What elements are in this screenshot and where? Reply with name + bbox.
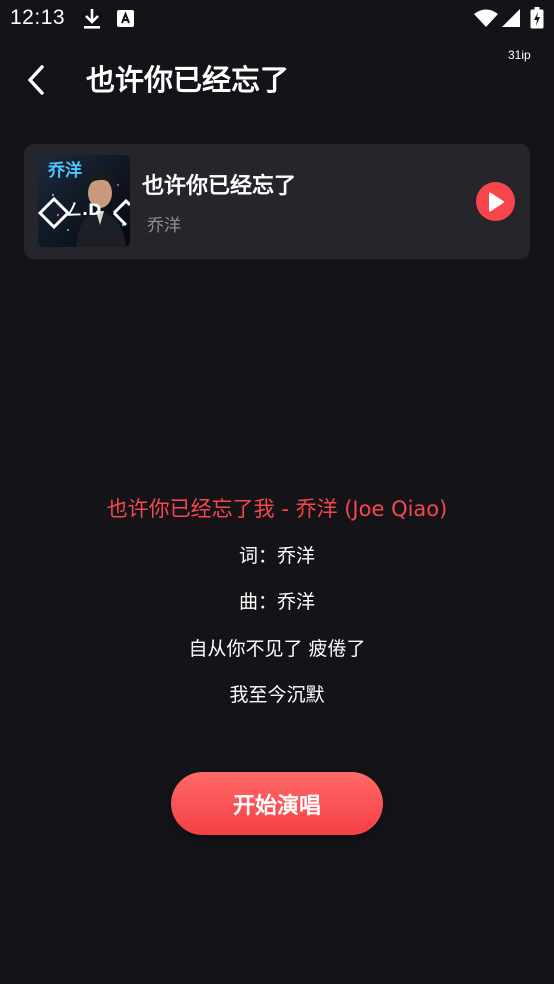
song-card[interactable]: 乔洋 ㄥ.D 也许你已经忘了 乔洋 <box>24 144 530 259</box>
karaoke-song-screen: 12:13 31ip 也许你已经忘了 乔洋 ㄥ.D 也许你已经忘了 乔洋 也许你… <box>0 0 554 984</box>
back-button[interactable] <box>18 60 54 100</box>
lyric-line: 自从你不见了 疲倦了 <box>188 637 366 660</box>
status-time: 12:13 <box>10 6 66 29</box>
wifi-icon <box>474 9 498 27</box>
lyric-line: 曲：乔洋 <box>238 591 315 613</box>
song-title: 也许你已经忘了 <box>142 174 297 199</box>
lyric-line-current: 也许你已经忘了我 - 乔洋 (Joe Qiao) <box>106 497 448 521</box>
page-title: 也许你已经忘了 <box>86 63 290 97</box>
signal-icon <box>502 9 520 27</box>
download-icon <box>84 9 100 29</box>
battery-icon <box>530 7 544 29</box>
play-button[interactable] <box>476 182 515 221</box>
start-singing-button[interactable]: 开始演唱 <box>171 772 383 835</box>
app-notification-icon <box>117 10 134 27</box>
lyrics-panel: 也许你已经忘了我 - 乔洋 (Joe Qiao) 词：乔洋 曲：乔洋 自从你不见… <box>0 488 554 721</box>
lyric-line: 我至今沉默 <box>229 684 325 706</box>
chevron-left-icon <box>28 65 44 95</box>
status-bar: 12:13 <box>0 0 554 38</box>
cover-text: 乔洋 <box>47 160 82 181</box>
lyric-line: 词：乔洋 <box>238 544 315 567</box>
song-artist: 乔洋 <box>147 216 181 236</box>
play-icon <box>488 192 504 211</box>
album-cover-art: 乔洋 ㄥ.D <box>38 155 130 247</box>
svg-text:ㄥ.D: ㄥ.D <box>66 200 101 219</box>
album-cover: 乔洋 ㄥ.D <box>38 155 130 247</box>
network-speed: 31ip <box>508 48 531 62</box>
